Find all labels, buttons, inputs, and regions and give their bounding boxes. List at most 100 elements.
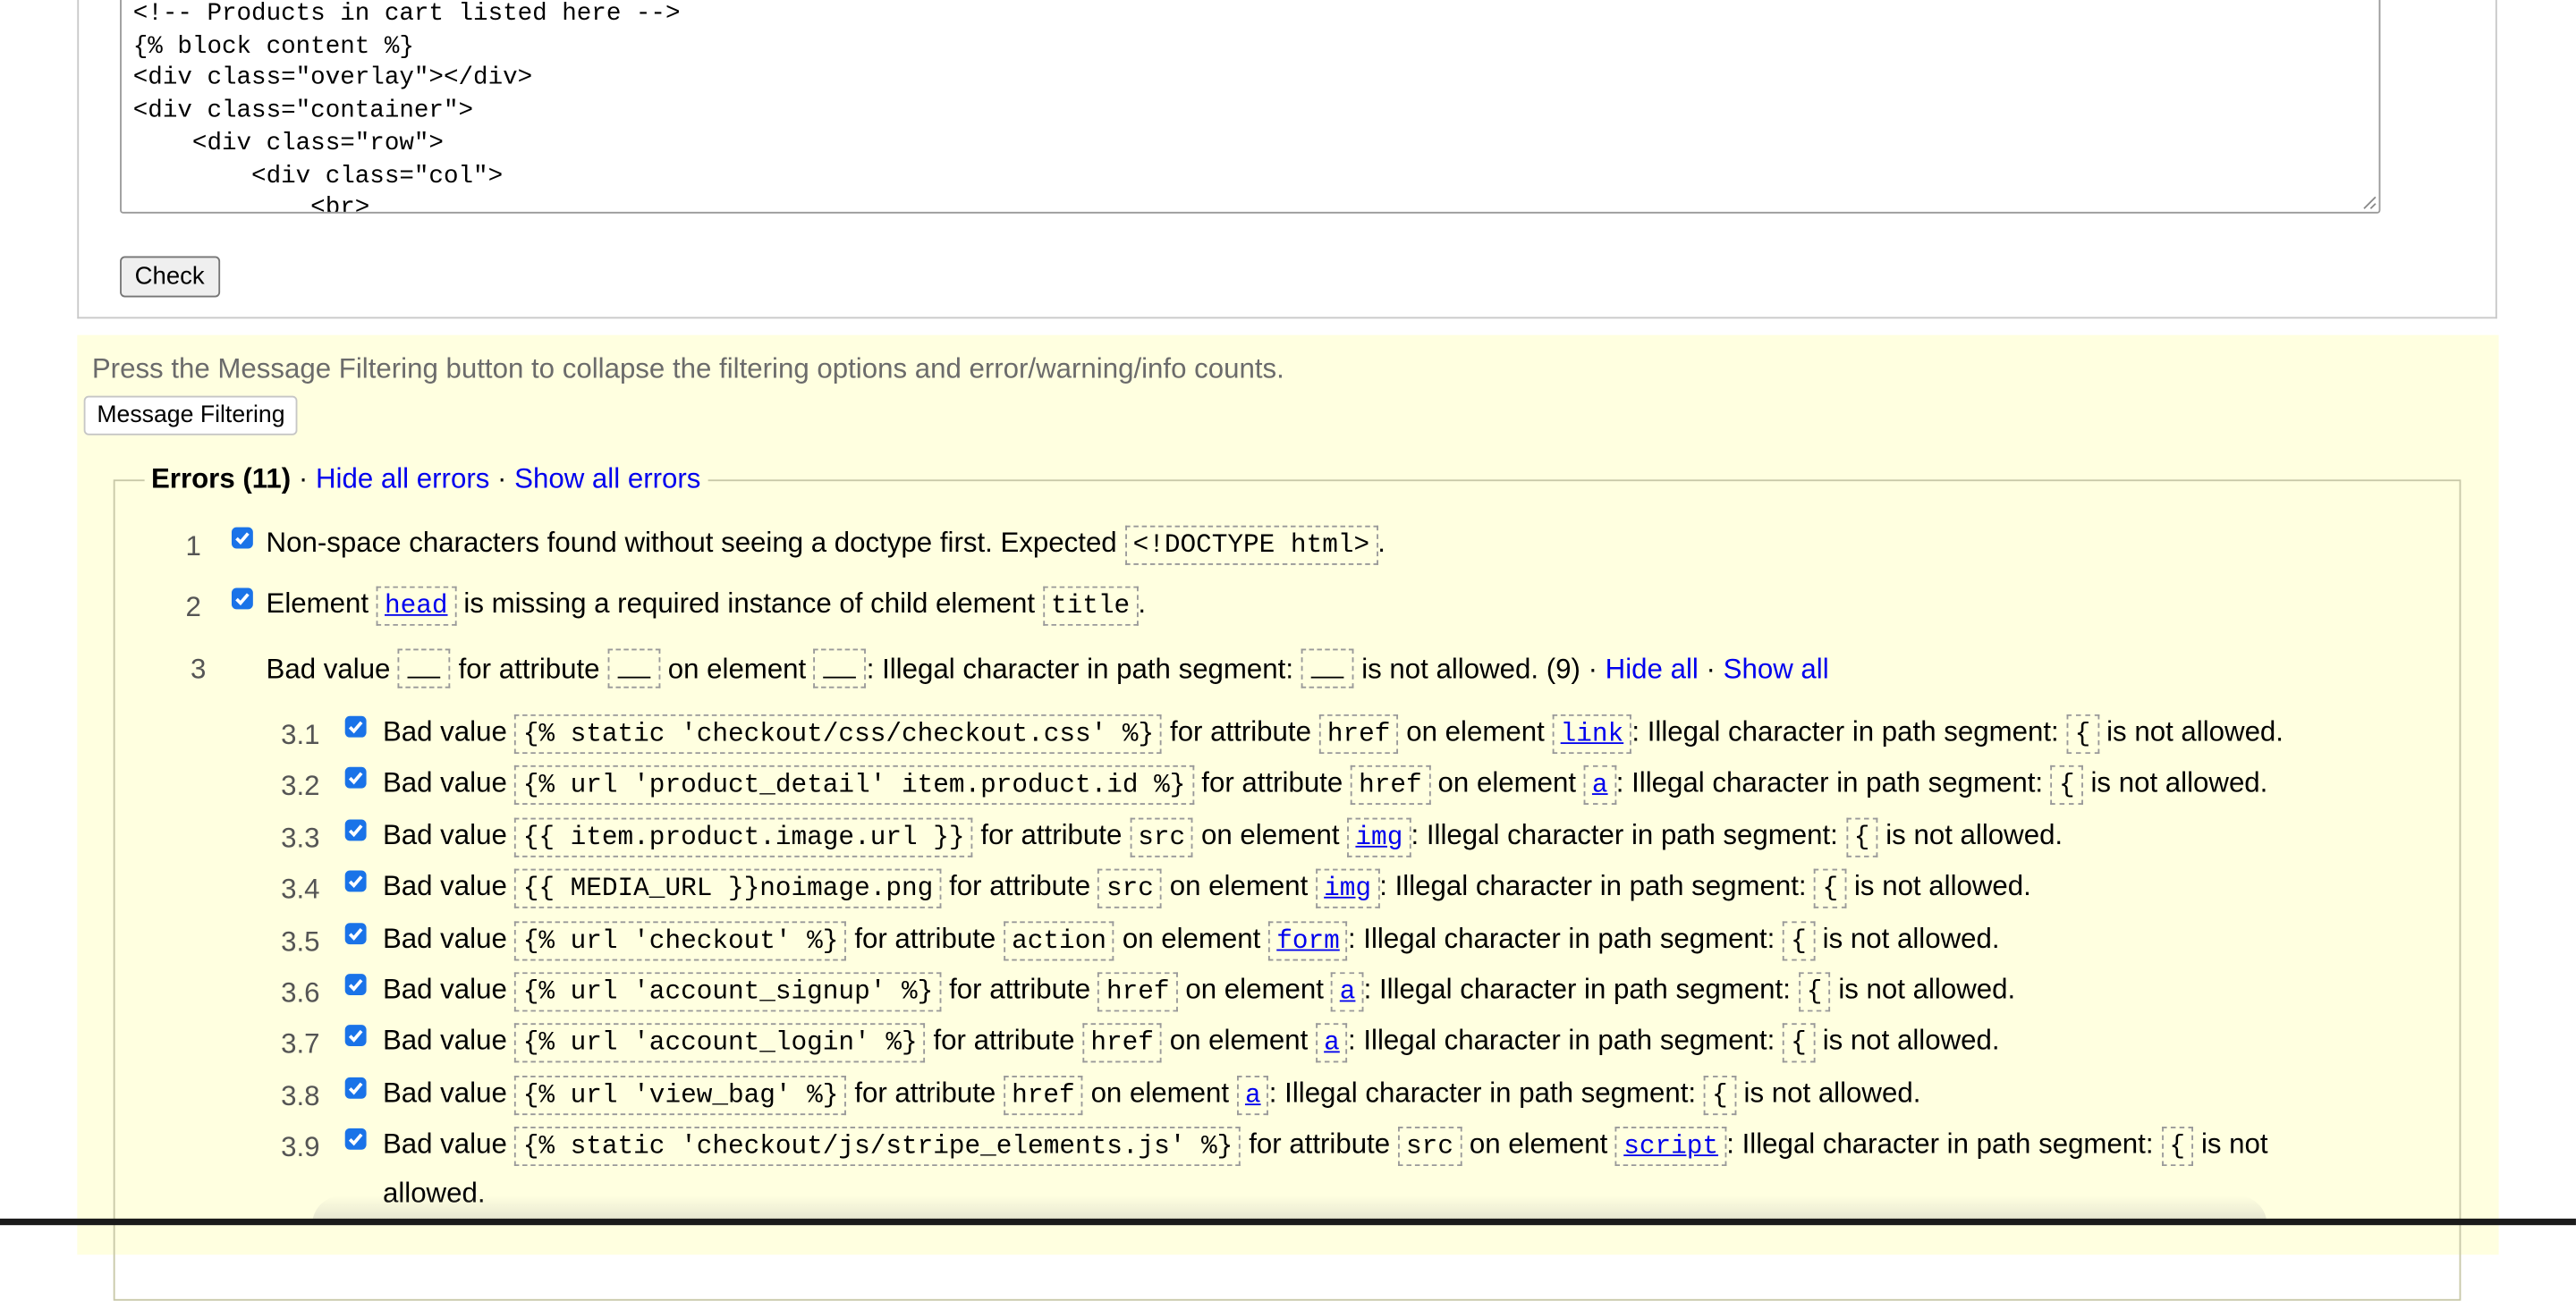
error-text: : Illegal character in path segment: <box>1615 766 2044 798</box>
attribute-name: href <box>1318 714 1399 755</box>
illegal-character: { <box>1814 868 1847 908</box>
error-checkbox[interactable] <box>231 587 253 610</box>
filter-hint: Press the Message Filtering button to co… <box>91 352 1284 384</box>
sub-error-message: Bad value {% url 'account_login' %} for … <box>383 1023 2000 1063</box>
element-name: form <box>1268 921 1348 961</box>
sub-error-checkbox[interactable] <box>344 923 367 945</box>
source-textarea[interactable]: <!-- Products in cart listed here --> {%… <box>120 0 2381 214</box>
sub-error-checkbox[interactable] <box>344 766 367 789</box>
attribute-name: src <box>1397 1126 1462 1167</box>
error-text: for attribute <box>980 819 1123 851</box>
separator: · <box>1706 654 1716 685</box>
error-text: for attribute <box>854 1077 996 1109</box>
error-text: Bad value <box>266 654 391 685</box>
element-name: a <box>1583 765 1616 805</box>
error-text: : Illegal character in path segment: <box>1379 870 1807 902</box>
code-snippet: title <box>1042 586 1139 626</box>
sub-error-checkbox[interactable] <box>344 870 367 892</box>
attribute-value: {% url 'account_login' %} <box>514 1023 926 1063</box>
attribute-value: {% static 'checkout/js/stripe_elements.j… <box>514 1126 1241 1167</box>
checkmark-icon <box>235 593 250 606</box>
element-link[interactable]: form <box>1276 926 1340 956</box>
element-link[interactable]: img <box>1355 823 1402 852</box>
error-text: is not allowed. <box>1822 923 2000 955</box>
attribute-value: {{ MEDIA_URL }}noimage.png <box>514 868 942 908</box>
error-end: . <box>1377 527 1385 559</box>
show-all-link[interactable]: Show all <box>1724 654 1829 685</box>
error-number: 1 <box>185 530 201 562</box>
attribute-name: action <box>1003 921 1115 961</box>
error-text: for attribute <box>949 974 1091 1006</box>
attribute-name: href <box>1082 1023 1163 1063</box>
placeholder-blank <box>607 648 661 689</box>
illegal-character: { <box>1845 817 1878 857</box>
element-name: script <box>1615 1126 1727 1167</box>
error-text: for attribute <box>933 1025 1075 1056</box>
sub-error-number: 3.3 <box>281 823 320 855</box>
hide-all-link[interactable]: Hide all <box>1606 654 1699 685</box>
code-snippet: <!DOCTYPE html> <box>1124 525 1378 565</box>
error-message: Non-space characters found without seein… <box>267 525 1385 565</box>
error-text: Element <box>266 587 369 620</box>
resize-grip-icon[interactable] <box>2362 196 2377 211</box>
source-code[interactable]: <!-- Products in cart listed here --> {%… <box>122 0 2379 212</box>
error-text: : Illegal character in path segment: <box>1411 819 1838 851</box>
sub-error-number: 3.8 <box>281 1080 320 1112</box>
illegal-character: { <box>1798 972 1831 1012</box>
error-text: Bad value <box>382 766 507 798</box>
checkmark-icon <box>348 772 363 785</box>
error-text: : Illegal character in path segment: <box>866 654 1294 685</box>
element-link[interactable]: script <box>1623 1131 1718 1161</box>
error-text: on element <box>1185 974 1324 1006</box>
error-text: on element <box>1169 1025 1309 1056</box>
sub-error-checkbox[interactable] <box>344 1077 367 1099</box>
error-end: . <box>1138 587 1147 620</box>
element-link[interactable]: a <box>1340 977 1356 1007</box>
sub-error-checkbox[interactable] <box>344 819 367 841</box>
placeholder-blank <box>813 648 867 689</box>
element-link[interactable]: link <box>1561 719 1624 748</box>
checkmark-icon <box>348 1029 363 1043</box>
element-link[interactable]: a <box>1324 1028 1340 1058</box>
hide-all-errors-link[interactable]: Hide all errors <box>316 463 489 494</box>
sub-error-checkbox[interactable] <box>344 974 367 996</box>
element-link[interactable]: img <box>1324 874 1371 903</box>
error-text: is not allowed. <box>2090 766 2268 798</box>
sub-error-checkbox[interactable] <box>344 1128 367 1150</box>
error-text: for attribute <box>1170 715 1311 748</box>
checkmark-icon <box>348 1082 363 1095</box>
error-text: on element <box>1437 766 1577 798</box>
sub-error-number: 3.9 <box>281 1131 320 1163</box>
sub-error-checkbox[interactable] <box>344 715 367 738</box>
element-link[interactable]: a <box>1245 1081 1261 1111</box>
illegal-character: { <box>2050 765 2083 805</box>
element-name: a <box>1236 1076 1269 1116</box>
element-name: img <box>1347 817 1411 857</box>
error-text: Bad value <box>382 870 507 902</box>
message-filtering-button[interactable]: Message Filtering <box>83 395 299 435</box>
element-name: a <box>1315 1023 1348 1063</box>
code-snippet: head <box>376 586 456 626</box>
error-text: is missing a required instance of child … <box>463 587 1036 620</box>
sub-error-message: Bad value {{ MEDIA_URL }}noimage.png for… <box>382 868 2031 908</box>
attribute-value: {{ item.product.image.url }} <box>514 817 973 857</box>
error-number: 3 <box>191 654 207 685</box>
errors-title: Errors (11) <box>150 462 292 494</box>
legend-separator: · <box>298 462 309 494</box>
error-text: on element <box>1090 1077 1230 1109</box>
error-text: Bad value <box>382 1077 507 1109</box>
error-text: Bad value <box>382 974 507 1006</box>
sub-error-checkbox[interactable] <box>344 1025 367 1046</box>
show-all-errors-link[interactable]: Show all errors <box>514 463 700 494</box>
checkmark-icon <box>348 928 363 941</box>
sub-error-message: Bad value {% static 'checkout/css/checko… <box>383 714 2284 755</box>
error-text: on element <box>667 654 807 685</box>
error-checkbox[interactable] <box>231 527 253 549</box>
error-text: : Illegal character in path segment: <box>1631 715 2059 748</box>
element-link[interactable]: head <box>385 591 448 621</box>
check-button[interactable]: Check <box>120 256 220 298</box>
sub-error-number: 3.5 <box>281 925 320 958</box>
element-link[interactable]: a <box>1592 770 1608 799</box>
sub-error-message: Bad value {% url 'product_detail' item.p… <box>383 765 2267 805</box>
attribute-value: {% url 'product_detail' item.product.id … <box>514 765 1194 805</box>
